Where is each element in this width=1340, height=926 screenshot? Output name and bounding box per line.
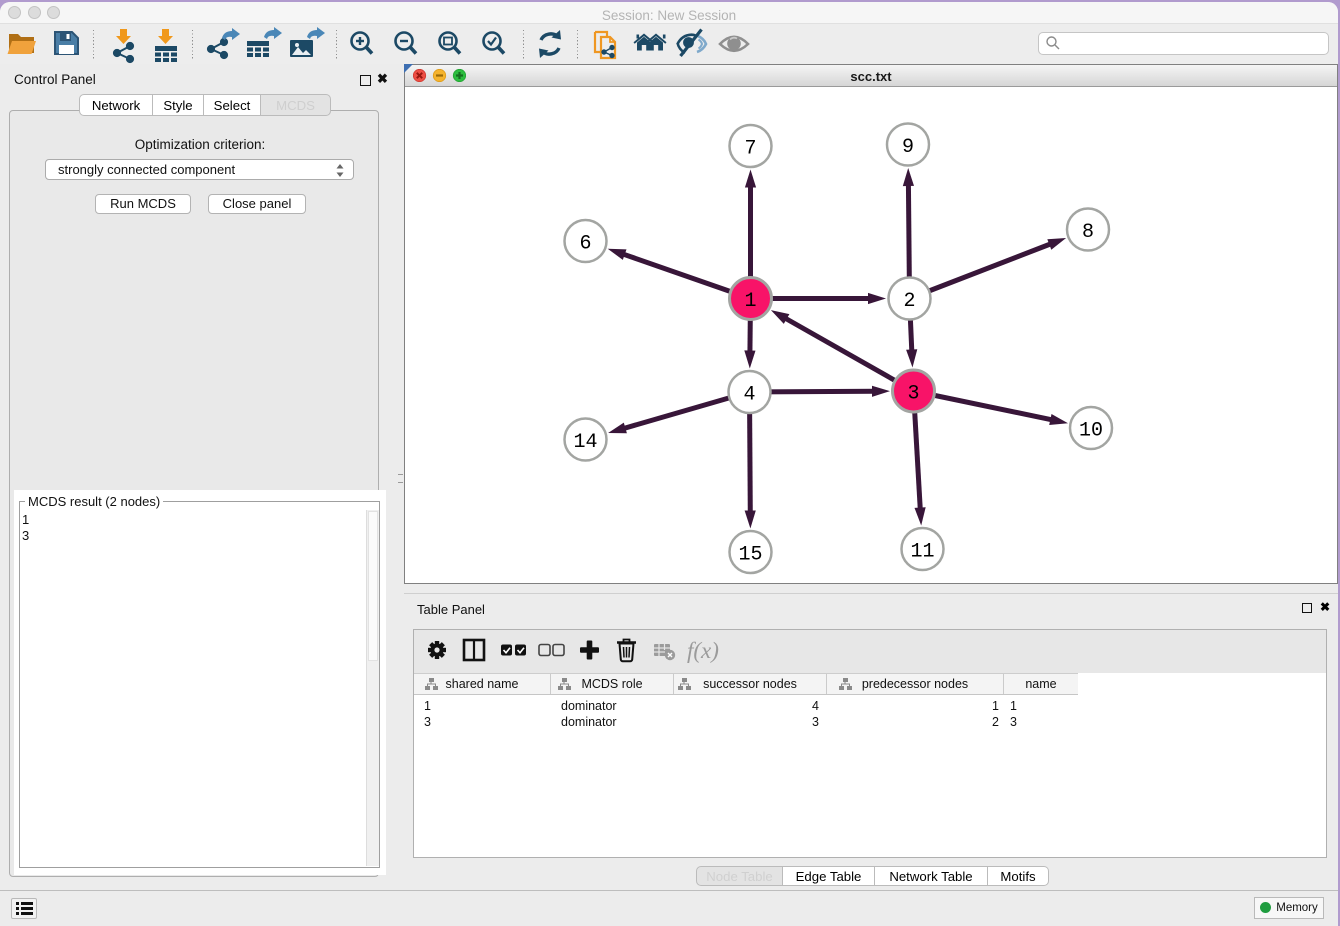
svg-text:2: 2 [903,290,915,313]
svg-text:10: 10 [1079,420,1103,443]
svg-text:f(x): f(x) [687,638,719,663]
svg-text:15: 15 [738,544,762,567]
svg-text:11: 11 [910,541,934,564]
svg-text:9: 9 [902,136,914,159]
svg-text:7: 7 [744,138,756,161]
svg-text:8: 8 [1082,221,1094,244]
svg-text:6: 6 [579,233,591,256]
svg-text:1: 1 [744,290,756,313]
svg-text:4: 4 [743,384,755,407]
svg-text:3: 3 [907,383,919,406]
svg-text:14: 14 [573,431,597,454]
